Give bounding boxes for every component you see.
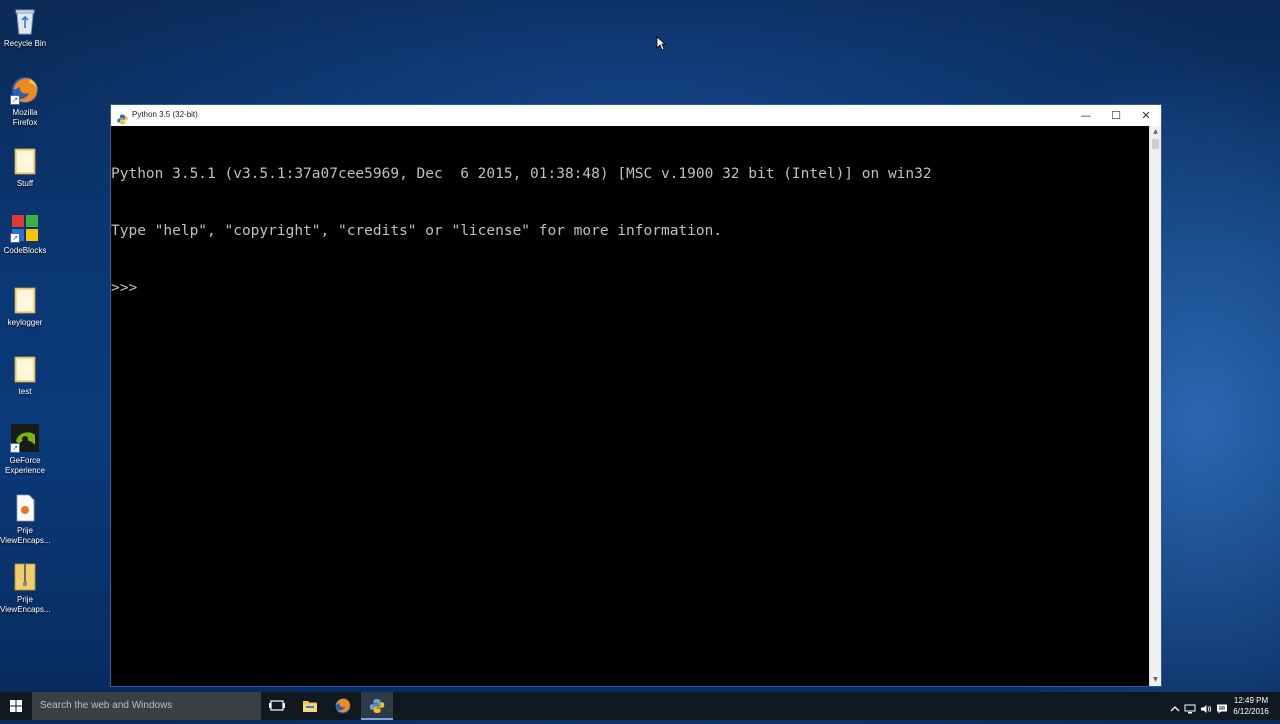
windows-logo-icon xyxy=(10,700,22,712)
show-hidden-icons-button[interactable] xyxy=(1169,700,1181,712)
start-button[interactable] xyxy=(0,692,32,720)
desktop-icon-label: Prije ViewEncaps... xyxy=(0,595,51,614)
volume-button[interactable] xyxy=(1200,700,1212,713)
console-prompt[interactable]: >>> xyxy=(111,279,1151,298)
desktop-icon-label: Recycle Bin xyxy=(3,39,47,48)
task-view-button[interactable] xyxy=(261,692,293,720)
desktop-icon-geforce[interactable]: ↗ GeForce Experience xyxy=(0,423,50,476)
network-button[interactable] xyxy=(1184,700,1196,714)
desktop-icon-label: Stuff xyxy=(16,179,34,188)
desktop-icon-label: Mozilla Firefox xyxy=(12,108,38,127)
taskbar-clock[interactable]: 12:49 PM 6/12/2016 xyxy=(1228,695,1274,717)
maximize-button[interactable]: ☐ xyxy=(1101,105,1131,126)
zip-folder-icon xyxy=(10,562,40,592)
python-taskbar-button[interactable] xyxy=(361,692,393,720)
desktop-icon-firefox[interactable]: ↗ Mozilla Firefox xyxy=(0,75,50,128)
python-console-window[interactable]: Python 3.5 (32-bit) — ☐ ✕ Python 3.5.1 (… xyxy=(110,104,1162,687)
desktop-icon-label: CodeBlocks xyxy=(3,246,47,255)
minimize-button[interactable]: — xyxy=(1071,105,1101,126)
close-button[interactable]: ✕ xyxy=(1131,105,1161,126)
firefox-icon: ↗ xyxy=(10,75,40,105)
chevron-up-icon xyxy=(1170,706,1180,712)
scroll-down-icon[interactable]: ▼ xyxy=(1150,674,1161,686)
folder-icon xyxy=(10,354,40,384)
desktop-icon-prije-viewencaps-1[interactable]: Prije ViewEncaps... xyxy=(0,493,51,546)
file-explorer-button[interactable] xyxy=(294,692,326,720)
taskbar-search-input[interactable]: Search the web and Windows xyxy=(32,692,261,720)
console-output[interactable]: Python 3.5.1 (v3.5.1:37a07cee5969, Dec 6… xyxy=(111,126,1151,686)
folder-icon xyxy=(10,146,40,176)
recycle-bin-icon xyxy=(10,6,40,36)
geforce-icon: ↗ xyxy=(10,423,40,453)
taskbar: Search the web and Windows 12:49 PM 6/12… xyxy=(0,692,1280,720)
desktop-icon-stuff[interactable]: Stuff xyxy=(0,146,50,189)
firefox-taskbar-button[interactable] xyxy=(327,692,359,720)
console-scrollbar[interactable]: ▲ ▼ xyxy=(1149,126,1161,686)
shortcut-arrow-icon: ↗ xyxy=(10,443,20,453)
action-center-button[interactable] xyxy=(1216,700,1228,714)
scrollbar-thumb[interactable] xyxy=(1152,139,1159,149)
window-titlebar[interactable]: Python 3.5 (32-bit) — ☐ ✕ xyxy=(111,105,1161,126)
codeblocks-icon: ↗ xyxy=(10,213,40,243)
desktop-icon-keylogger[interactable]: keylogger xyxy=(0,285,50,328)
shortcut-arrow-icon: ↗ xyxy=(10,95,20,105)
python-icon xyxy=(117,110,128,125)
console-line: Type "help", "copyright", "credits" or "… xyxy=(111,223,723,239)
clock-date: 6/12/2016 xyxy=(1233,707,1269,716)
document-icon xyxy=(10,493,40,523)
desktop-icon-test[interactable]: test xyxy=(0,354,50,397)
desktop-icon-recycle-bin[interactable]: Recycle Bin xyxy=(0,6,50,49)
shortcut-arrow-icon: ↗ xyxy=(10,233,20,243)
file-explorer-icon xyxy=(303,701,317,712)
desktop-icon-label: Prije ViewEncaps... xyxy=(0,526,51,545)
notification-icon xyxy=(1217,704,1227,714)
console-line: Python 3.5.1 (v3.5.1:37a07cee5969, Dec 6… xyxy=(111,166,932,182)
desktop-icon-label: test xyxy=(18,387,32,396)
scroll-up-icon[interactable]: ▲ xyxy=(1150,126,1161,138)
desktop-icon-prije-viewencaps-2[interactable]: Prije ViewEncaps... xyxy=(0,562,51,615)
window-title: Python 3.5 (32-bit) xyxy=(132,110,198,119)
clock-time: 12:49 PM xyxy=(1233,696,1269,705)
desktop-icon-label: GeForce Experience xyxy=(4,456,46,475)
speaker-icon xyxy=(1201,705,1212,713)
desktop-icon-label: keylogger xyxy=(7,318,43,327)
folder-icon xyxy=(10,285,40,315)
network-icon xyxy=(1184,704,1196,714)
desktop-icon-codeblocks[interactable]: ↗ CodeBlocks xyxy=(0,213,50,256)
firefox-icon xyxy=(335,698,351,714)
mouse-cursor-icon xyxy=(656,36,667,55)
python-icon xyxy=(369,699,385,713)
task-view-icon xyxy=(269,700,285,711)
